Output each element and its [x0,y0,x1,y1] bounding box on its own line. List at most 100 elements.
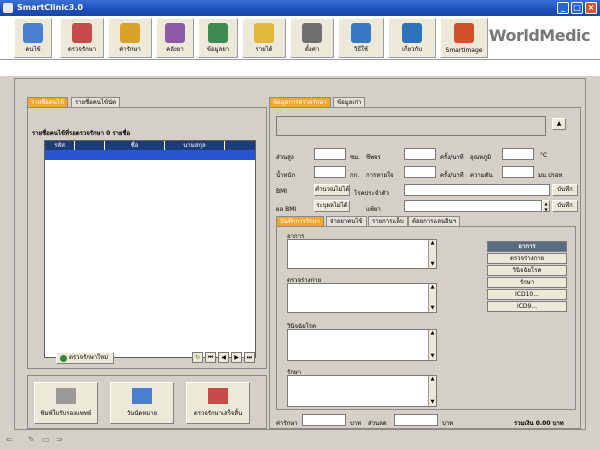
diagnosis-template-button[interactable]: วินิจฉัยโรค [487,265,567,276]
app-icon [3,3,13,13]
toolbar-label: คนไข้ [25,46,41,53]
tab-exam-info[interactable]: ข้อมูลการตรวจรักษา [269,97,331,107]
toolbar-button-treatment[interactable]: ตรวจรักษา [60,18,104,58]
disease-label: โรคประจำตัว [354,190,389,197]
treat-textarea[interactable]: ▲ ▼ [287,375,437,407]
drug-info-icon [208,23,228,43]
toolbar-label: ตั้งค่า [304,46,320,53]
tab-treatment-record[interactable]: บันทึกการรักษา [276,216,324,226]
maximize-button[interactable]: □ [571,2,583,14]
toolbar-label: รายได้ [255,46,273,53]
exam-textarea[interactable]: ▲ ▼ [287,283,437,313]
minimize-button[interactable]: _ [557,2,569,14]
discount-input[interactable] [394,414,438,426]
finish-treatment-button[interactable]: ตรวจรักษาเสร็จสิ้น [186,382,250,424]
diagnosis-textarea[interactable]: ▲ ▼ [287,329,437,361]
patient-table[interactable]: รหัส ชื่อ นามสกุล [44,140,256,358]
back-arrow-icon[interactable]: ⇐ [6,435,13,444]
fee-label: ค่ารักษา [276,420,298,427]
pen-icon[interactable]: ✎ [28,435,35,444]
temp-input[interactable] [502,148,534,160]
about-icon [402,23,422,43]
fee-icon [120,23,140,43]
table-row[interactable] [45,150,255,160]
toolbar-button-pharmacy[interactable]: คลังยา [156,18,194,58]
help-icon [351,23,371,43]
toolbar-button-smartimage[interactable]: SmartImage [440,18,488,58]
symptom-template-button[interactable]: อาการ [487,241,567,252]
patient-icon [23,23,43,43]
save-allergy-button[interactable]: บันทึก [552,200,578,212]
pulse-input[interactable] [404,148,436,160]
side-button-group: อาการ ตรวจร่างกาย วินิจฉัยโรค รักษา ICD1… [487,241,567,321]
toolbar-button-fee[interactable]: ค่ารักษา [108,18,152,58]
appointment-button[interactable]: วันนัดหมาย [110,382,174,424]
exam-panel: ▲ ส่วนสูง ซม. ชีพจร ครั้ง/นาที อุณหภูมิ … [269,107,581,429]
new-treatment-button[interactable]: ตรวจรักษาใหม่ [56,352,114,364]
height-input[interactable] [314,148,346,160]
tab-history[interactable]: ข้อมูลเก่า [333,97,366,107]
discount-label: ส่วนลด [368,420,387,427]
first-icon[interactable]: ⏮ [205,352,216,363]
calendar-icon [132,388,152,404]
bmi-calc-button[interactable]: คำนวณไม่ได้ [314,184,350,196]
new-treatment-label: ตรวจรักษาใหม่ [69,354,109,361]
close-button[interactable]: × [585,2,597,14]
last-icon[interactable]: ⏭ [244,352,255,363]
waiting-list-title: รายชื่อคนไข้ที่รอตรวจรักษา 0 รายชื่อ [32,130,131,137]
toolbar-button-patient[interactable]: คนไข้ [14,18,52,58]
collapse-button[interactable]: ▲ [552,118,566,130]
main-toolbar: คนไข้ ตรวจรักษา ค่ารักษา คลังยา ข้อมูลยา รายไ… [0,16,600,60]
allergy-input[interactable] [404,200,542,212]
tab-patient-list[interactable]: รายชื่อคนไข้ [27,97,69,107]
bmi-result-button[interactable]: ระบุผลไม่ได้ [314,200,350,212]
allergy-spinner[interactable]: ▲ ▼ [542,200,550,212]
table-header: รหัส ชื่อ นามสกุล [45,141,255,150]
toolbar-button-income[interactable]: รายได้ [242,18,286,58]
doctor-check-icon [208,388,228,404]
toolbar-label: ตรวจรักษา [67,46,97,53]
icd9-button[interactable]: ICD9... [487,301,567,312]
tab-dispense[interactable]: จ่ายยาคนไข้ [326,216,367,226]
resp-input[interactable] [404,166,436,178]
toolbar-label: ข้อมูลยา [206,46,230,53]
print-certificate-button[interactable]: พิมพ์ใบรับรองแพทย์ [34,382,98,424]
toolbar-button-settings[interactable]: ตั้งค่า [290,18,334,58]
forward-arrow-icon[interactable]: ⇒ [56,435,63,444]
toolbar-button-drug-info[interactable]: ข้อมูลยา [198,18,238,58]
toolbar-button-about[interactable]: เกี่ยวกับ [388,18,436,58]
printer-icon [56,388,76,404]
treat-template-button[interactable]: รักษา [487,277,567,288]
status-bar: ⇐ ✎ ▭ ⇒ [0,432,600,450]
icd10-button[interactable]: ICD10... [487,289,567,300]
toolbar-label: SmartImage [445,47,483,54]
exam-template-button[interactable]: ตรวจร่างกาย [487,253,567,264]
tab-other[interactable]: ค้อยการแลนอินฯ [408,216,461,226]
col-surname: นามสกุล [165,141,225,150]
symptom-textarea[interactable]: ▲ ▼ [287,239,437,269]
resp-label: การหายใจ [366,172,394,179]
bmi-label: BMI [276,188,288,195]
tab-lab[interactable]: รายการแล็บ [368,216,408,226]
tab-appointment-list[interactable]: รายชื่อคนไข้นัด [71,97,121,107]
fee-input[interactable] [302,414,346,426]
window-icon[interactable]: ▭ [42,435,50,444]
weight-label: น้ำหนัก [276,172,296,179]
save-disease-button[interactable]: บันทึก [552,184,578,196]
patient-banner [276,116,546,136]
brand-logo: WorldMedic [488,26,591,45]
refresh-icon[interactable]: ↻ [192,352,203,363]
action-panel: พิมพ์ใบรับรองแพทย์ วันนัดหมาย ตรวจรักษาเ… [27,375,267,429]
toolbar-label: คลังยา [166,46,184,53]
disease-input[interactable] [404,184,550,196]
next-icon[interactable]: ▶ [231,352,242,363]
toolbar-label: วิธีใช้ [353,46,369,53]
weight-input[interactable] [314,166,346,178]
col-id: รหัส [45,141,75,150]
treatment-record-panel: อาการ ▲ ▼ ตรวจร่างกาย ▲ ▼ วินิจฉัยโรค ▲ ▼ ร… [276,226,576,410]
prev-icon[interactable]: ◀ [218,352,229,363]
smartimage-icon [454,23,474,43]
toolbar-button-help[interactable]: วิธีใช้ [338,18,384,58]
bp-input[interactable] [502,166,534,178]
pharmacy-icon [165,23,185,43]
